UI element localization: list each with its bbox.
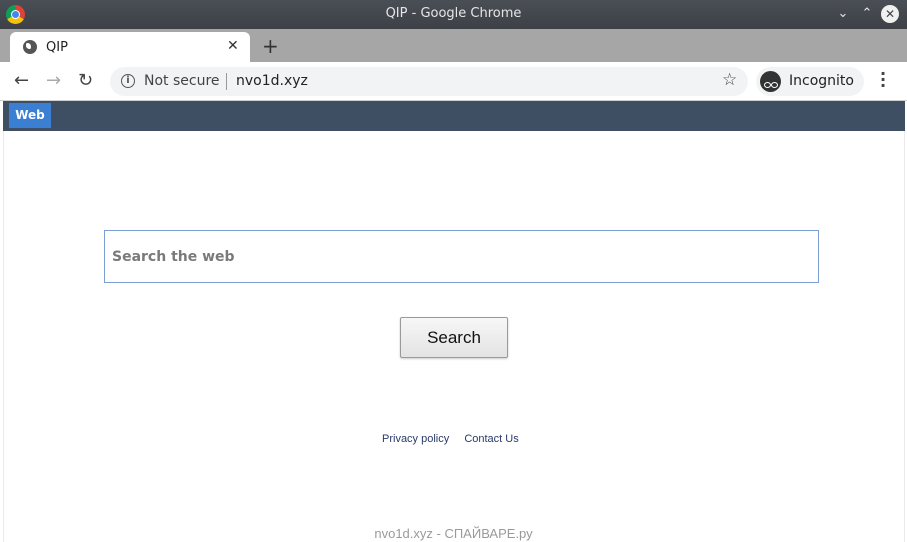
tab-title: QIP xyxy=(46,40,68,55)
search-box[interactable] xyxy=(104,230,819,283)
window-title: QIP - Google Chrome xyxy=(385,6,522,21)
url-text[interactable]: nvo1d.xyz xyxy=(236,73,308,89)
page-body: Search Privacy policy Contact Us xyxy=(3,131,905,542)
watermark-text: nvo1d.xyz - СПАЙВАРЕ.ру xyxy=(374,526,533,541)
address-bar[interactable]: i Not secure nvo1d.xyz ☆ xyxy=(110,67,748,96)
security-label[interactable]: Not secure xyxy=(144,73,220,89)
omnibox-separator xyxy=(226,73,227,90)
privacy-policy-link[interactable]: Privacy policy xyxy=(382,433,449,445)
menu-kebab-icon[interactable]: · · · xyxy=(880,66,886,94)
search-input[interactable] xyxy=(105,231,818,282)
info-icon[interactable]: i xyxy=(121,74,135,88)
page-nav-bar: Web xyxy=(3,101,905,131)
reload-icon[interactable]: ↻ xyxy=(78,70,93,91)
maximize-icon[interactable]: ⌃ xyxy=(858,5,876,23)
contact-us-link[interactable]: Contact Us xyxy=(464,433,518,445)
browser-toolbar: ← → ↻ i Not secure nvo1d.xyz ☆ Incognito… xyxy=(0,62,907,101)
back-icon[interactable]: ← xyxy=(14,70,29,91)
window-titlebar: QIP - Google Chrome ⌄ ⌃ ✕ xyxy=(0,0,907,29)
close-window-icon[interactable]: ✕ xyxy=(881,5,899,23)
new-tab-icon[interactable]: + xyxy=(262,34,279,58)
globe-icon xyxy=(23,40,37,54)
web-tab[interactable]: Web xyxy=(9,103,51,128)
close-tab-icon[interactable]: ✕ xyxy=(227,38,239,54)
search-button[interactable]: Search xyxy=(400,317,508,358)
incognito-icon xyxy=(760,71,781,92)
forward-icon[interactable]: → xyxy=(46,70,61,91)
incognito-label: Incognito xyxy=(789,73,854,89)
footer-links: Privacy policy Contact Us xyxy=(382,433,531,445)
tab-strip: QIP ✕ + xyxy=(0,29,907,62)
bookmark-star-icon[interactable]: ☆ xyxy=(722,70,737,90)
minimize-icon[interactable]: ⌄ xyxy=(834,5,852,23)
browser-tab[interactable]: QIP ✕ xyxy=(10,32,250,62)
incognito-badge[interactable]: Incognito xyxy=(756,67,864,96)
